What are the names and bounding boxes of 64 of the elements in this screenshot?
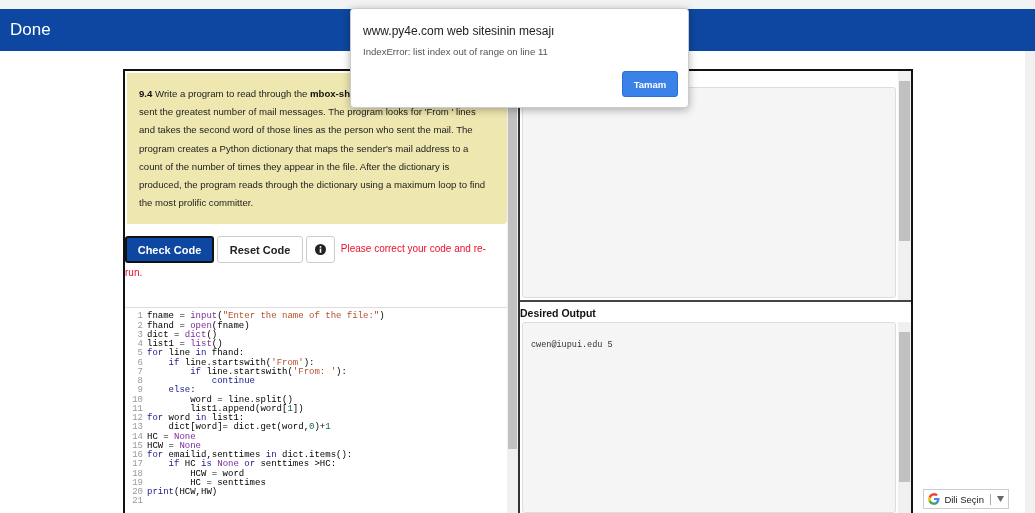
instruction-text: 9.4 Write a program to read through the mbox-sh (139, 87, 351, 101)
line-number: 8 (136, 377, 143, 387)
instruction-text: count of the number of times they appear in the file. After the dictionary is (139, 159, 451, 174)
dropdown-arrow-icon (997, 496, 1004, 502)
code-line: for emailid,senttimes in dict.items(): (147, 450, 353, 461)
check-code-button[interactable]: Check Code (125, 236, 214, 264)
reset-code-button[interactable]: Reset Code (217, 236, 303, 264)
code-line: for line in fhand: (147, 348, 245, 359)
code-line: HCW = word (189, 468, 245, 479)
line-number: 6 (136, 358, 143, 368)
code-line: dict[word]= dict.get(word,0)+1 (167, 422, 331, 433)
language-selector[interactable]: Dili Seçin (923, 489, 1009, 509)
line-number: 11 (131, 404, 143, 414)
code-line: list1.append(word[1]) (189, 403, 304, 414)
line-number: 3 (136, 330, 143, 340)
line-number: 9 (136, 386, 143, 396)
code-line: HCW = None (147, 440, 201, 451)
line-number: 21 (131, 497, 143, 507)
code-line: if line.startswith('From'): (167, 357, 315, 368)
line-number: 16 (131, 451, 143, 461)
code-line: HC = None (147, 431, 196, 442)
code-line: HC = senttimes (190, 477, 266, 488)
instruction-text: the most prolific committer. (139, 196, 255, 211)
code-line: if HC is None or senttimes >HC: (167, 459, 337, 470)
line-number: 18 (131, 469, 143, 479)
code-line: fname = input("Enter the name of the file:") (147, 311, 385, 322)
dialog-message: IndexError: list index out of range on line 11 (363, 46, 549, 57)
scrollbar[interactable] (898, 322, 911, 513)
line-number: 20 (131, 488, 143, 498)
code-line: fhand = open(fname) (147, 320, 250, 331)
line-number: 13 (131, 423, 143, 433)
ok-button[interactable]: Tamam (622, 71, 678, 97)
error-message: Please correct your code and re- (340, 243, 486, 255)
code-line: else: (167, 385, 196, 396)
line-number: 15 (131, 441, 143, 451)
page-scrollbar[interactable] (1025, 51, 1035, 513)
info-icon (315, 244, 326, 256)
code-line: continue (211, 376, 256, 387)
line-number: 14 (131, 432, 143, 442)
line-number: 17 (131, 460, 143, 470)
instruction-text: and takes the second word of those lines as the person who sent the mail. The (139, 123, 474, 138)
code-line: dict = dict() (147, 329, 218, 340)
line-number: 12 (131, 414, 143, 424)
desired-output-title: Desired Output (520, 306, 597, 321)
line-number: 1 (136, 312, 143, 322)
code-line: if line.startswith('From: '): (190, 366, 347, 377)
google-g-icon (928, 493, 941, 505)
instruction-text: program creates a Python dictionary that maps the sender's mail address to a (139, 141, 470, 156)
line-number: 19 (131, 478, 143, 488)
info-button[interactable] (306, 236, 335, 264)
scrollbar[interactable] (898, 71, 911, 300)
line-number: 10 (131, 395, 143, 405)
line-number: 7 (136, 367, 143, 377)
line-number: 4 (136, 340, 143, 350)
code-line: print(HCW,HW) (147, 487, 218, 498)
error-message: run. (125, 267, 143, 279)
instruction-text: produced, the program reads through the dictionary using a maximum loop to find (139, 178, 487, 192)
line-number: 5 (136, 349, 143, 359)
header-title: Done (10, 20, 51, 40)
line-number: 2 (136, 321, 143, 331)
instruction-text: sent the greatest number of mail messages. The program looks for 'From ' lines (139, 105, 477, 120)
dialog-title: www.py4e.com web sitesinin mesajı (363, 24, 556, 38)
desired-output-text: cwen@iupui.edu 5 (531, 340, 613, 350)
code-line: word = line.split() (190, 394, 293, 405)
